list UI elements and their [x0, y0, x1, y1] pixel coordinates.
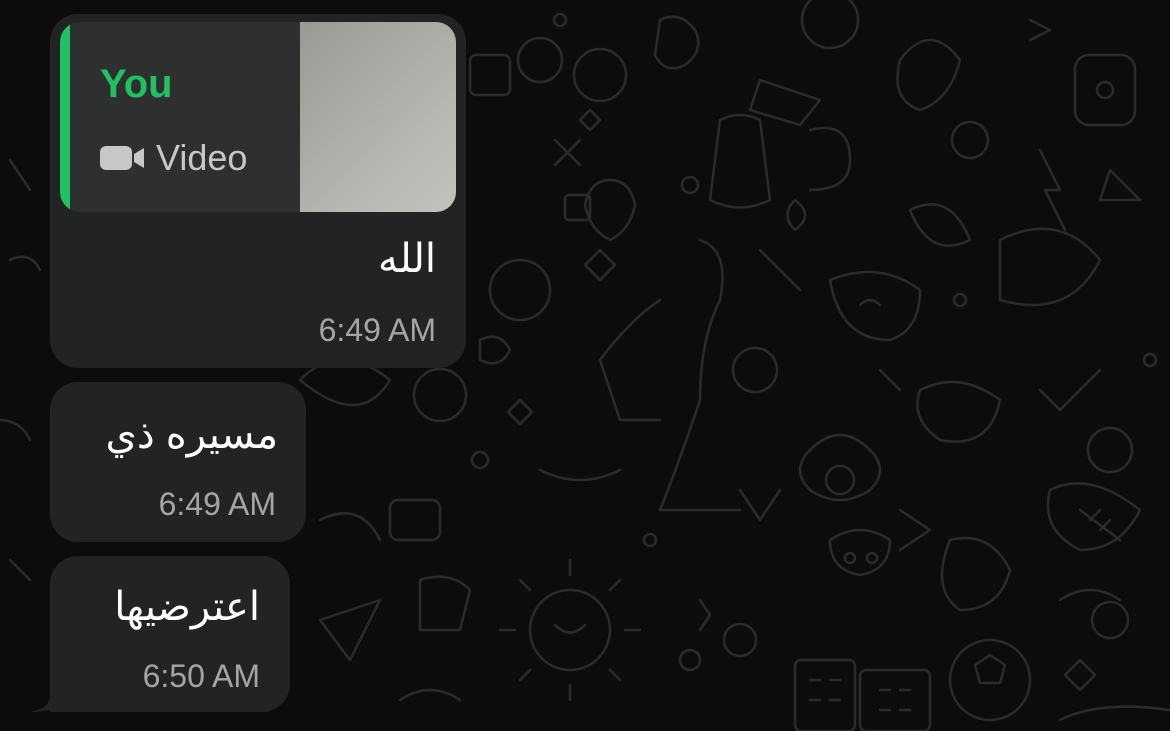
message-bubble[interactable]: مسيره ذي 6:49 AM: [50, 382, 306, 542]
quoted-video-thumbnail: [300, 22, 456, 212]
message-bubble[interactable]: You Video الله 6:49 AM: [50, 14, 466, 368]
quoted-media-label: Video: [156, 137, 248, 178]
quoted-message[interactable]: You Video: [60, 22, 456, 212]
quoted-sender: You: [100, 62, 173, 106]
chat-background: You Video الله 6:49 AM مسيره ذي 6:49 AM …: [0, 0, 1170, 731]
message-timestamp: 6:49 AM: [318, 312, 436, 348]
message-text: اعترضيها: [114, 585, 260, 629]
message-timestamp: 6:49 AM: [158, 486, 276, 522]
quoted-media-type: Video: [100, 136, 247, 180]
video-camera-icon: [100, 146, 144, 170]
message-text: مسيره ذي: [105, 413, 278, 457]
message-timestamp: 6:50 AM: [142, 658, 260, 694]
quote-accent-bar: [60, 22, 70, 212]
message-text: الله: [378, 237, 436, 281]
message-bubble[interactable]: اعترضيها 6:50 AM: [50, 556, 290, 712]
